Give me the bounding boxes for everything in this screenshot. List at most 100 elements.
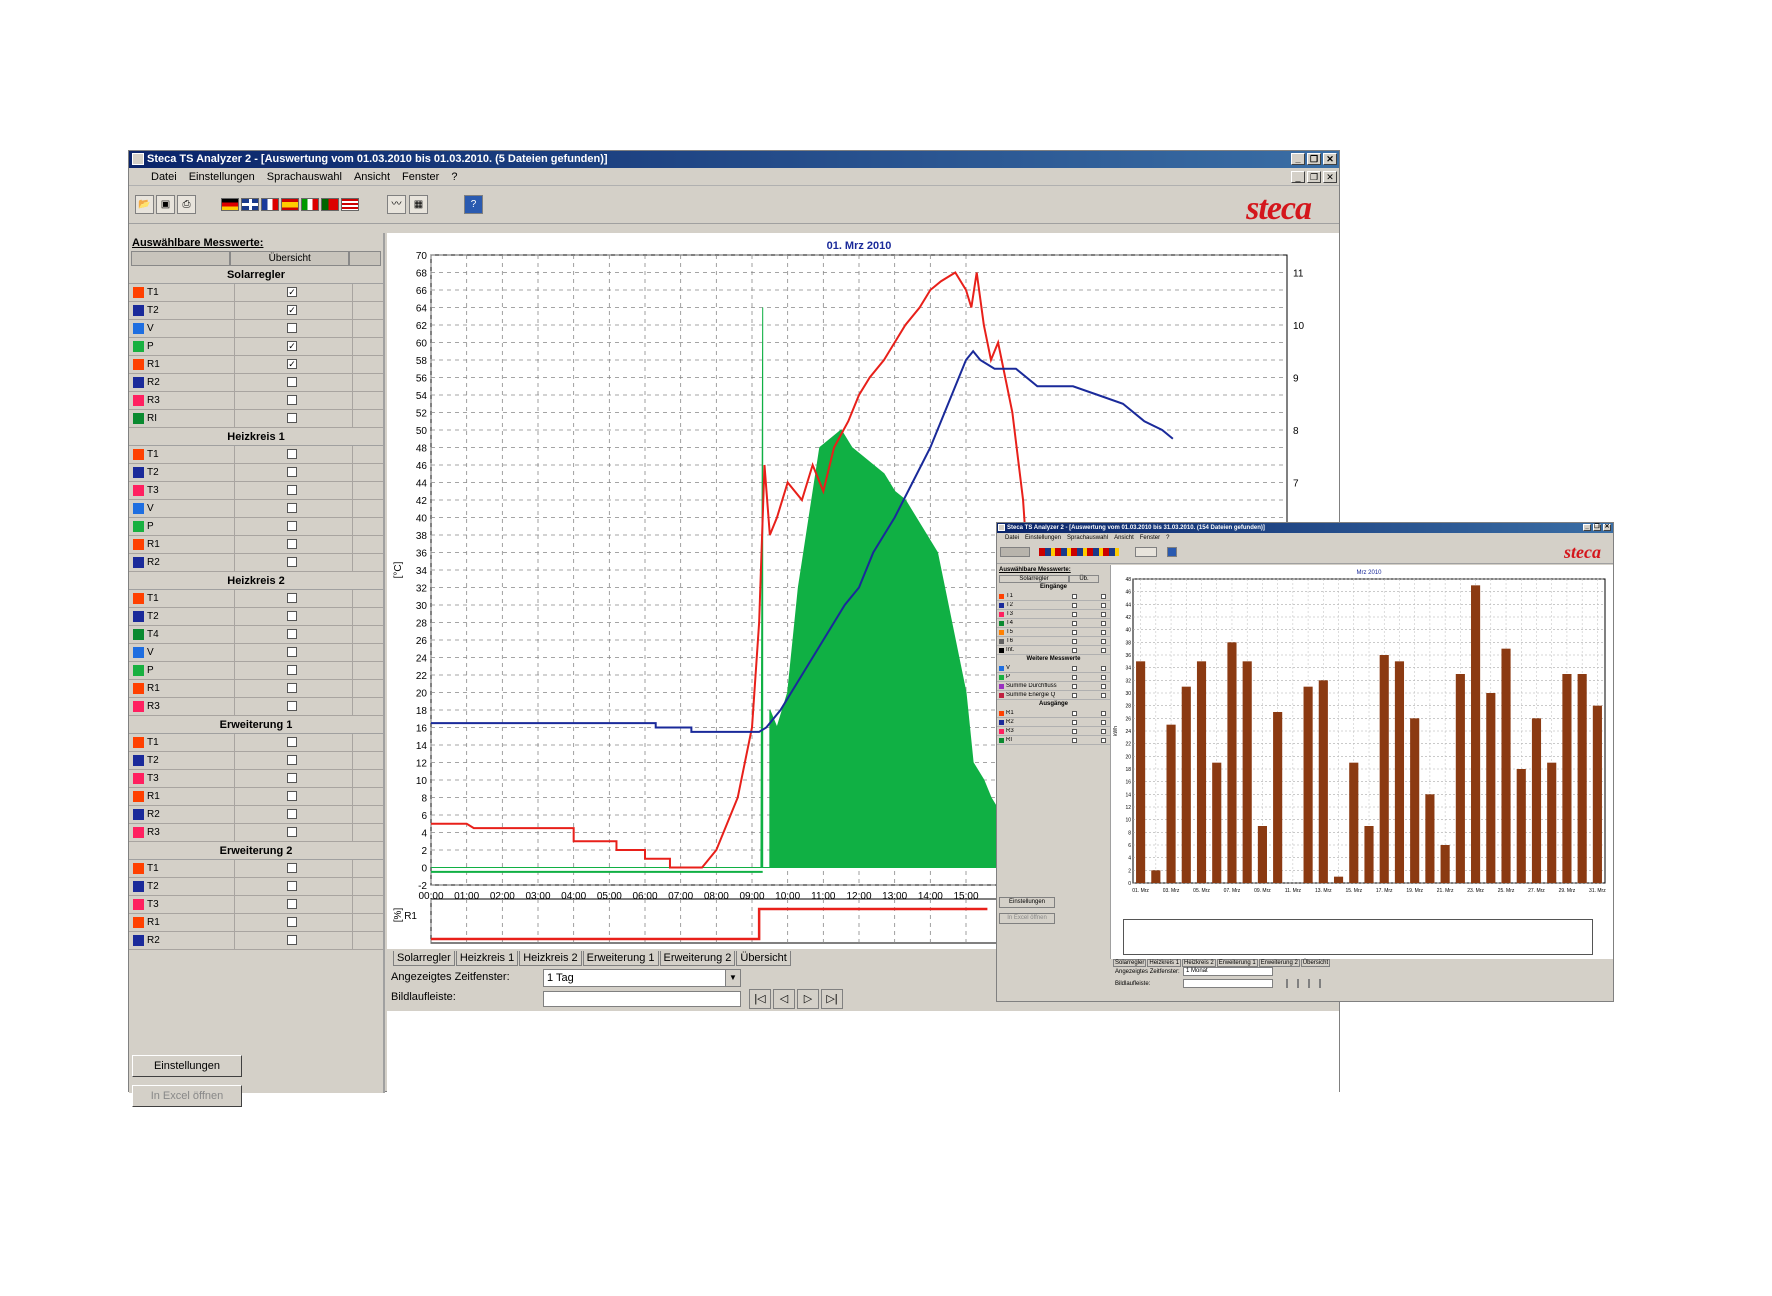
overview-checkbox[interactable] <box>1101 692 1106 698</box>
scroll-bar[interactable] <box>1183 979 1273 988</box>
minimize-button[interactable]: _ <box>1583 524 1591 531</box>
close-button[interactable]: ✕ <box>1323 153 1337 165</box>
checkbox[interactable] <box>1072 611 1077 617</box>
color-swatch[interactable] <box>999 647 1004 653</box>
flag-pt-icon[interactable] <box>321 198 339 211</box>
tab-heizkreis-1[interactable]: Heizkreis 1 <box>1147 959 1182 967</box>
measurement-row[interactable]: R2 <box>997 718 1110 727</box>
color-swatch[interactable] <box>133 683 144 694</box>
overview-checkbox[interactable] <box>287 701 297 711</box>
color-swatch[interactable] <box>133 881 144 892</box>
color-swatch[interactable] <box>999 683 1004 689</box>
measurement-row[interactable]: T2 <box>129 464 383 482</box>
measurement-row[interactable]: T3 <box>129 770 383 788</box>
overview-checkbox[interactable] <box>287 557 297 567</box>
overview-checkbox[interactable]: ✓ <box>287 341 297 351</box>
measurement-row[interactable]: T3 <box>129 896 383 914</box>
overview-checkbox[interactable] <box>287 827 297 837</box>
measurement-row[interactable]: T6 <box>997 637 1110 646</box>
menu-fenster[interactable]: Fenster <box>402 171 439 183</box>
color-swatch[interactable] <box>999 692 1004 698</box>
checkbox[interactable] <box>1072 665 1077 671</box>
measurement-row[interactable]: T4 <box>997 619 1110 628</box>
measurement-row[interactable]: T3 <box>997 610 1110 619</box>
color-swatch[interactable] <box>133 665 144 676</box>
measurement-row[interactable]: RI <box>997 736 1110 745</box>
next-icon[interactable]: ▷ <box>797 989 819 1009</box>
tab-erweiterung-1[interactable]: Erweiterung 1 <box>1216 959 1258 967</box>
color-swatch[interactable] <box>133 737 144 748</box>
checkbox[interactable] <box>1072 620 1077 626</box>
color-swatch[interactable] <box>133 611 144 622</box>
overview-checkbox[interactable] <box>287 881 297 891</box>
overview-checkbox[interactable] <box>287 935 297 945</box>
restore-button[interactable]: ❐ <box>1593 524 1601 531</box>
checkbox[interactable] <box>1072 593 1077 599</box>
menu-einstellungen[interactable]: Einstellungen <box>1025 535 1061 541</box>
measurement-row[interactable]: V <box>129 320 383 338</box>
measurement-row[interactable]: R1 ✓ <box>129 356 383 374</box>
overview-checkbox[interactable] <box>287 773 297 783</box>
measurement-row[interactable]: T1 <box>129 734 383 752</box>
measurement-row[interactable]: R3 <box>129 392 383 410</box>
main-titlebar[interactable]: Steca TS Analyzer 2 - [Auswertung vom 01… <box>129 151 1339 168</box>
color-swatch[interactable] <box>133 935 144 946</box>
open-folder-icon[interactable]: 📂 <box>135 195 154 214</box>
help-icon[interactable] <box>1167 547 1177 557</box>
color-swatch[interactable] <box>133 395 144 406</box>
color-swatch[interactable] <box>999 710 1004 716</box>
measurement-row[interactable]: P <box>129 518 383 536</box>
color-swatch[interactable] <box>133 791 144 802</box>
color-swatch[interactable] <box>133 557 144 568</box>
view-icons[interactable] <box>1135 547 1157 557</box>
menu-datei[interactable]: Datei <box>151 171 177 183</box>
overview-checkbox[interactable] <box>287 521 297 531</box>
settings-button[interactable]: Einstellungen <box>999 897 1055 908</box>
chart-view-icon[interactable]: 〰 <box>387 195 406 214</box>
file-icons[interactable] <box>1000 547 1030 557</box>
overview-checkbox[interactable] <box>287 737 297 747</box>
help-icon[interactable]: ? <box>464 195 483 214</box>
col-header-solarregler[interactable]: Solarregler <box>999 575 1069 583</box>
navigation-icons[interactable] <box>1277 979 1321 988</box>
color-swatch[interactable] <box>133 773 144 784</box>
color-swatch[interactable] <box>133 467 144 478</box>
col-header-overview[interactable]: Üb. <box>1069 575 1099 583</box>
menu-einstellungen[interactable]: Einstellungen <box>189 171 255 183</box>
measurement-row[interactable]: R3 <box>997 727 1110 736</box>
measurement-row[interactable]: RI <box>129 410 383 428</box>
measurement-row[interactable]: V <box>997 664 1110 673</box>
last-page-icon[interactable]: ▷| <box>821 989 843 1009</box>
child-restore-button[interactable]: ❐ <box>1307 171 1321 183</box>
previous-icon[interactable]: ◁ <box>773 989 795 1009</box>
checkbox[interactable] <box>1072 737 1077 743</box>
save-icon[interactable]: ▣ <box>156 195 175 214</box>
overview-checkbox[interactable] <box>287 539 297 549</box>
tab-heizkreis-1[interactable]: Heizkreis 1 <box>455 951 519 966</box>
measurement-row[interactable]: T2 <box>129 752 383 770</box>
measurement-row[interactable]: R3 <box>129 824 383 842</box>
color-swatch[interactable] <box>133 827 144 838</box>
overview-checkbox[interactable] <box>287 863 297 873</box>
overview-checkbox[interactable] <box>287 413 297 423</box>
overview-checkbox[interactable] <box>287 485 297 495</box>
overview-checkbox[interactable] <box>1101 719 1106 725</box>
overview-checkbox[interactable]: ✓ <box>287 359 297 369</box>
menu-ansicht[interactable]: Ansicht <box>354 171 390 183</box>
overview-checkbox[interactable] <box>287 683 297 693</box>
tab-solarregler[interactable]: Solarregler <box>1113 959 1147 967</box>
color-swatch[interactable] <box>999 593 1004 599</box>
chevron-down-icon[interactable]: ▼ <box>725 970 740 986</box>
measurement-row[interactable]: Int. <box>997 646 1110 655</box>
measurement-row[interactable]: T1 ✓ <box>129 284 383 302</box>
color-swatch[interactable] <box>999 602 1004 608</box>
tab-heizkreis-2[interactable]: Heizkreis 2 <box>519 951 582 966</box>
overview-checkbox[interactable] <box>287 449 297 459</box>
overview-checkbox[interactable] <box>287 791 297 801</box>
overview-checkbox[interactable] <box>287 647 297 657</box>
overview-checkbox[interactable] <box>287 899 297 909</box>
overview-checkbox[interactable] <box>1101 665 1106 671</box>
measurement-row[interactable]: R2 <box>129 806 383 824</box>
time-window-select[interactable]: 1 Monat <box>1183 967 1273 976</box>
measurement-row[interactable]: Summe Durchfluss <box>997 682 1110 691</box>
